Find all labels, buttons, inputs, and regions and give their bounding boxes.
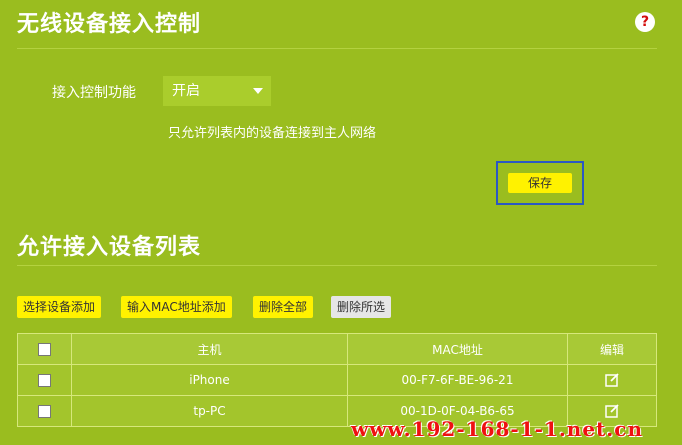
select-device-add-button[interactable]: 选择设备添加 (17, 296, 102, 318)
row-checkbox-cell (17, 364, 72, 396)
select-all-cell (17, 333, 72, 365)
host-cell: tp-PC (71, 395, 348, 427)
save-button[interactable]: 保存 (508, 173, 572, 193)
list-title: 允许接入设备列表 (17, 235, 202, 260)
edit-cell (567, 364, 657, 396)
watermark-text: www.192-168-1-1.net.cn (351, 417, 643, 441)
table-header-row: 主机 MAC地址 编辑 (17, 333, 657, 365)
row-checkbox[interactable] (38, 405, 51, 418)
access-control-value: 开启 (172, 83, 200, 99)
host-cell: iPhone (71, 364, 348, 396)
divider (17, 265, 657, 266)
access-control-note: 只允许列表内的设备连接到主人网络 (168, 126, 377, 141)
divider (17, 48, 657, 49)
row-checkbox[interactable] (38, 374, 51, 387)
mac-cell: 00-F7-6F-BE-96-21 (347, 364, 568, 396)
edit-icon[interactable] (605, 373, 619, 387)
mac-address-add-button[interactable]: 输入MAC地址添加 (121, 296, 232, 318)
delete-all-button[interactable]: 删除全部 (253, 296, 314, 318)
device-table: 主机 MAC地址 编辑 iPhone 00-F7-6F-BE-96-21 tp-… (17, 333, 657, 427)
column-host: 主机 (71, 333, 348, 365)
select-all-checkbox[interactable] (38, 343, 51, 356)
save-button-highlight: 保存 (496, 161, 584, 205)
delete-selected-button[interactable]: 删除所选 (331, 296, 392, 318)
row-checkbox-cell (17, 395, 72, 427)
access-control-select[interactable]: 开启 (163, 76, 271, 106)
help-icon[interactable]: ? (635, 12, 655, 32)
table-row: iPhone 00-F7-6F-BE-96-21 (17, 364, 657, 396)
chevron-down-icon (253, 88, 263, 94)
column-mac: MAC地址 (347, 333, 568, 365)
page-title: 无线设备接入控制 (17, 12, 202, 37)
column-edit: 编辑 (567, 333, 657, 365)
access-control-label: 接入控制功能 (52, 85, 136, 101)
